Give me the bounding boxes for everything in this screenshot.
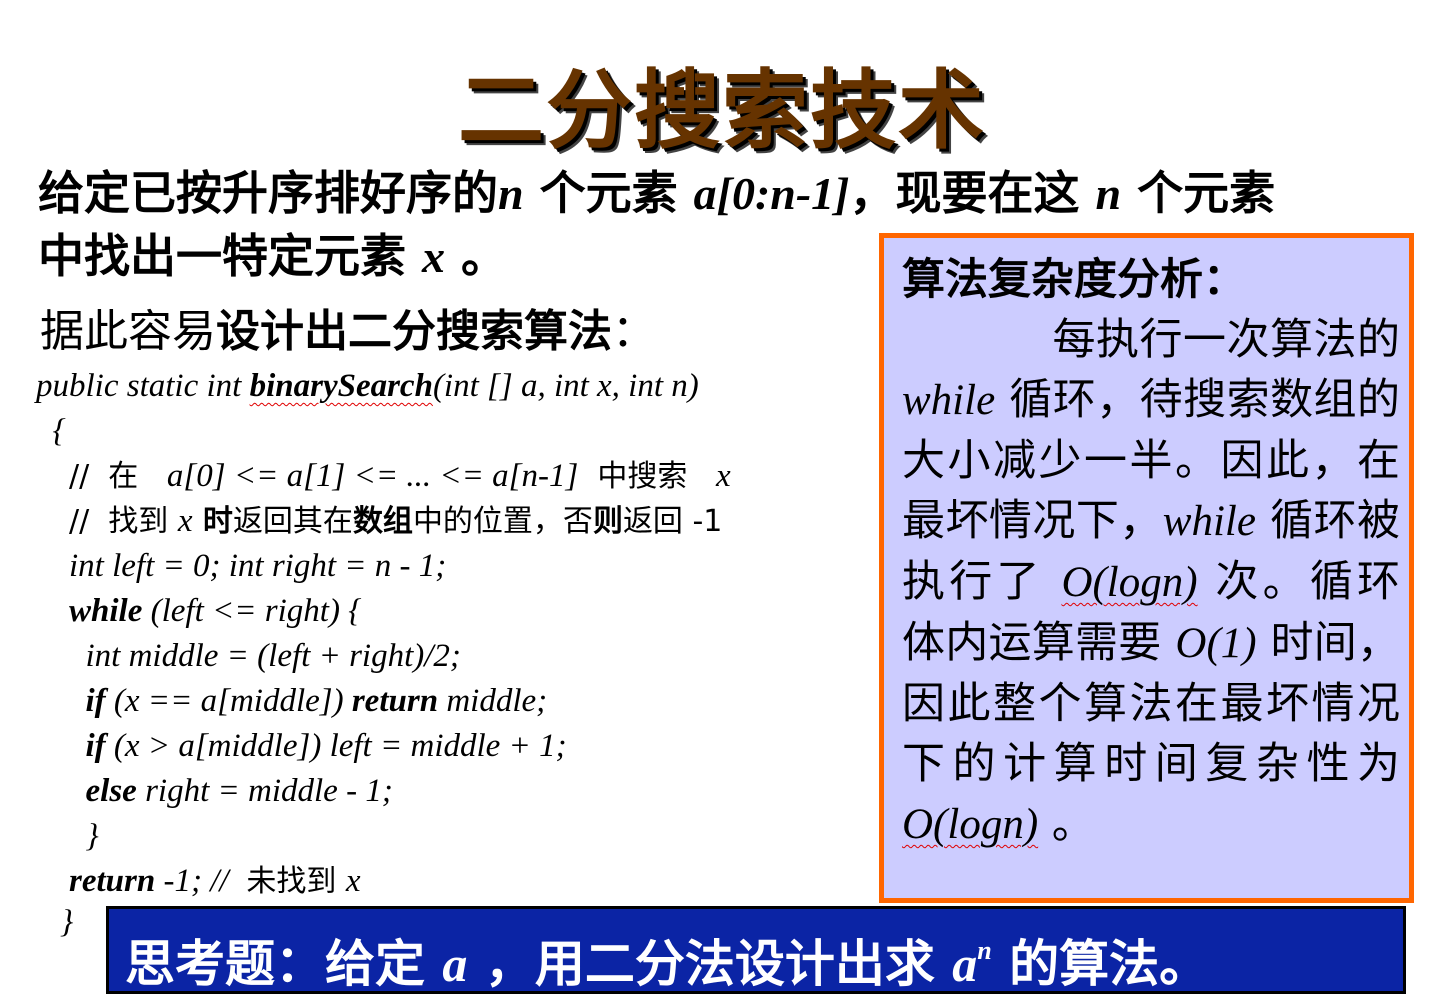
code-comment-1: // 在 a[0] <= a[1] <= ... <= a[n-1] 中搜索 x xyxy=(69,458,731,494)
method-name: binarySearch xyxy=(249,368,433,404)
complexity-panel: 算法复杂度分析： 每执行一次算法的 while 循环，待搜索数组的大小减少一半。因… xyxy=(879,233,1414,903)
algorithm-lead: 据此容易设计出二分搜索算法： xyxy=(40,304,656,360)
intro-text-5: 中找出一特定元素 xyxy=(38,229,423,283)
complexity-heading: 算法复杂度分析： xyxy=(902,255,1246,305)
complexity-text: 算法复杂度分析： 每执行一次算法的 while 循环，待搜索数组的大小减少一半。因… xyxy=(902,250,1400,855)
code-close-brace: } xyxy=(60,904,74,940)
code-open-brace: { xyxy=(52,413,66,449)
intro-text-6: 。 xyxy=(445,229,508,283)
intro-var-x: x xyxy=(422,231,446,282)
intro-text-2: 个元素 xyxy=(523,166,694,220)
intro-var-n: n xyxy=(498,168,524,219)
code-line-else: else right = middle - 1; xyxy=(85,773,393,809)
intro-text-1: 给定已按升序排好序的 xyxy=(38,166,498,220)
code-line-if-greater: if (x > a[middle]) left = middle + 1; xyxy=(85,728,567,764)
exercise-banner: 思考题：给定 a ，用二分法设计出求 an 的算法。 xyxy=(106,906,1406,994)
code-line-if-equal: if (x == a[middle]) return middle; xyxy=(85,683,548,719)
code-comment-2: // 找到 x 时返回其在数组中的位置，否则返回 -1 xyxy=(69,503,723,539)
code-line-return: return -1; // 未找到 x xyxy=(69,863,361,899)
slide-title: 二分搜索技术 xyxy=(458,61,986,161)
intro-var-n2: n xyxy=(1095,168,1122,219)
intro-text-3: ，现要在这 xyxy=(849,166,1096,220)
lead-plain: 据此容易 xyxy=(40,306,216,357)
code-block: public static int binarySearch(int [] a,… xyxy=(36,364,886,904)
intro-array: a[0:n-1] xyxy=(693,168,850,219)
code-signature: public static int binarySearch(int [] a,… xyxy=(36,368,699,404)
code-line-init: int left = 0; int right = n - 1; xyxy=(69,548,447,584)
intro-text-4: 个元素 xyxy=(1121,166,1276,220)
code-line-middle: int middle = (left + right)/2; xyxy=(85,638,461,674)
code-line-close-while: } xyxy=(85,818,99,854)
lead-bold: 设计出二分搜索算法 xyxy=(216,306,612,357)
lead-colon: ： xyxy=(612,306,656,357)
code-line-while: while (left <= right) { xyxy=(69,593,362,629)
